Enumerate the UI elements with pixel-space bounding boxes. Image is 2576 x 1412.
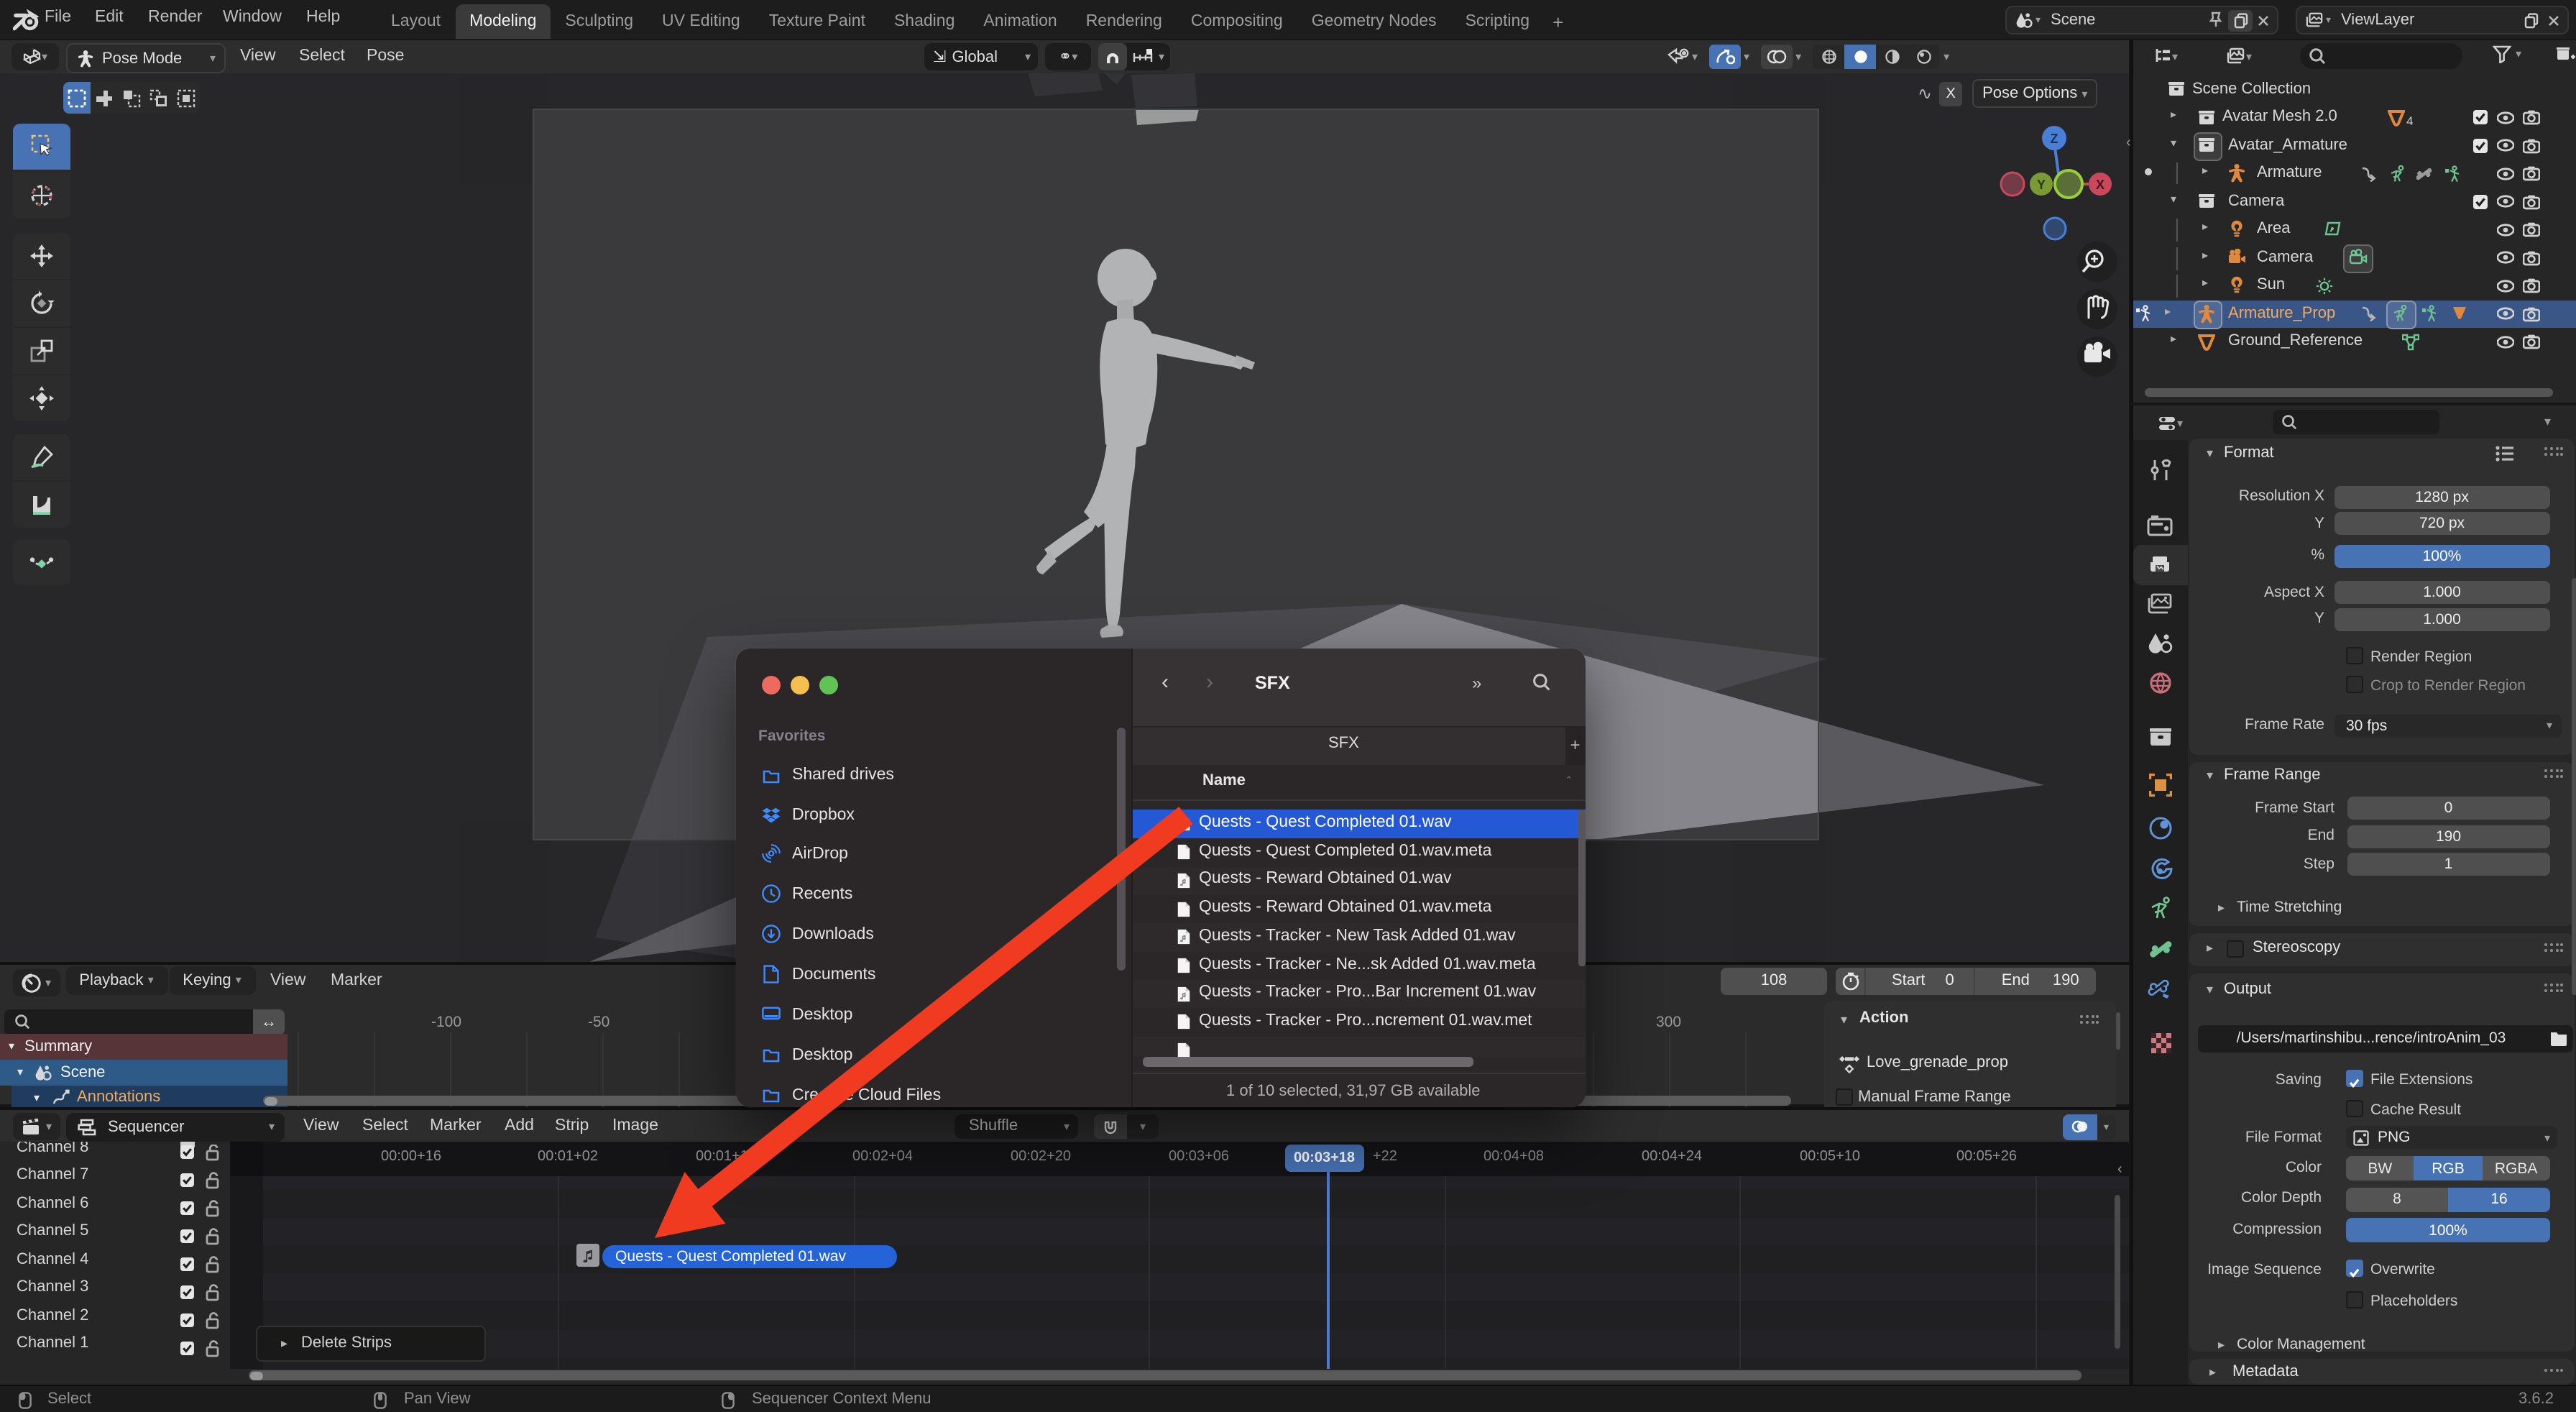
svg-text:X: X [2096, 178, 2104, 192]
svg-text:Z: Z [2051, 132, 2058, 146]
svg-text:Y: Y [2037, 178, 2046, 192]
